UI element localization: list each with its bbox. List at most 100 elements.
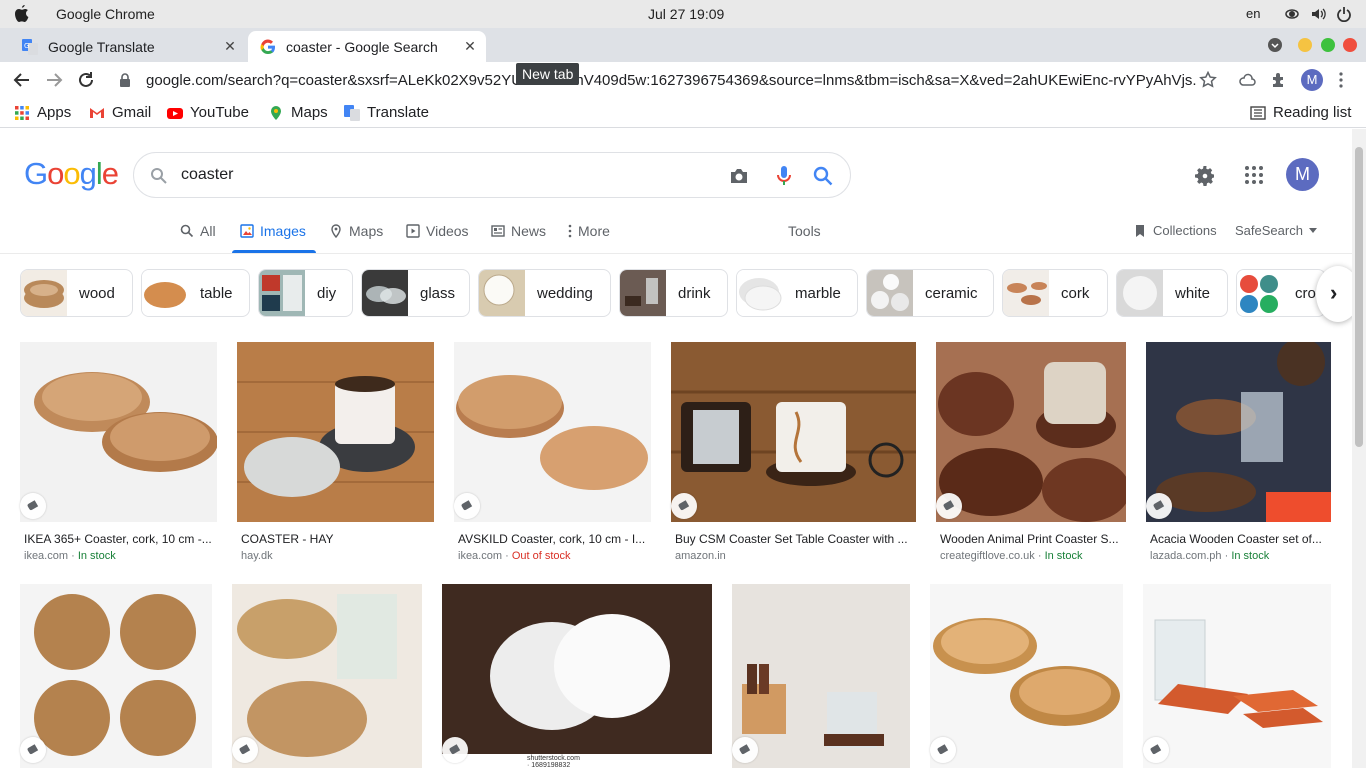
image-badge-icon [442,737,468,763]
tab-news[interactable]: News [491,223,546,239]
tab-label: Images [260,223,306,239]
network-icon[interactable] [1284,6,1300,22]
power-icon[interactable] [1336,6,1352,22]
result-title[interactable]: Wooden Animal Print Coaster S... [940,532,1126,546]
result-image[interactable] [1146,342,1331,522]
chip-crochet[interactable]: cro [1236,269,1326,317]
tab-all[interactable]: All [180,223,216,239]
menu-kebab-icon[interactable] [1338,71,1344,89]
result-image[interactable] [20,584,212,768]
result-source[interactable]: ikea.com · Out of stock [458,550,571,562]
close-tab-icon[interactable]: ✕ [222,38,238,54]
extension-cloud-icon[interactable] [1238,71,1256,89]
result-title[interactable]: Buy CSM Coaster Set Table Coaster with .… [675,532,913,546]
result-source[interactable]: creategiftlove.co.uk · In stock [940,550,1082,562]
bookmark-star-icon[interactable] [1199,71,1217,89]
reload-icon[interactable] [76,70,96,90]
system-clock[interactable]: Jul 27 19:09 [648,6,724,22]
result-source[interactable]: lazada.com.ph · In stock [1150,550,1269,562]
chips-scroll-next-button[interactable]: › [1316,266,1352,322]
account-avatar[interactable]: M [1286,158,1319,191]
bookmark-translate[interactable]: Translate [344,104,429,121]
stock-status: Out of stock [511,550,571,562]
shopping-tag-icon [1146,493,1172,519]
result-image[interactable] [232,584,422,768]
volume-icon[interactable] [1310,6,1326,22]
profile-avatar-small[interactable]: M [1301,69,1323,91]
search-submit-icon[interactable] [812,165,834,187]
search-box[interactable]: coaster [133,152,851,198]
microphone-icon[interactable] [776,164,792,188]
apple-icon[interactable] [14,5,30,23]
result-image[interactable] [237,342,434,522]
chip-cork[interactable]: cork [1002,269,1108,317]
settings-gear-icon[interactable] [1193,164,1217,188]
result-title[interactable]: Acacia Wooden Coaster set of... [1150,532,1330,546]
chip-diy[interactable]: diy [258,269,353,317]
chip-glass[interactable]: glass [361,269,470,317]
result-image[interactable] [1143,584,1331,768]
tab-maps[interactable]: Maps [329,223,383,239]
bookmark-gmail[interactable]: Gmail [89,104,151,121]
tab-google-translate[interactable]: G Google Translate ✕ [4,31,246,62]
result-image[interactable] [936,342,1126,522]
extensions-puzzle-icon[interactable] [1270,71,1288,89]
result-title[interactable]: AVSKILD Coaster, cork, 10 cm - I... [458,532,648,546]
bookmark-apps[interactable]: Apps [14,104,71,121]
bookmark-label: YouTube [190,104,249,121]
search-input[interactable]: coaster [181,166,233,184]
result-image[interactable] [442,584,712,768]
result-source[interactable]: amazon.in [675,550,726,562]
shopping-tag-icon [232,737,258,763]
chip-drink[interactable]: drink [619,269,728,317]
lock-icon[interactable] [118,73,132,87]
address-bar[interactable]: google.com/search?q=coaster&sxsrf=ALeKk0… [108,65,1226,95]
safesearch-label: SafeSearch [1235,223,1303,238]
page-scrollbar[interactable] [1352,129,1366,768]
gmail-icon [90,107,104,118]
result-image[interactable] [454,342,651,522]
chip-label: marble [795,284,841,302]
tools-button[interactable]: Tools [788,223,821,239]
chip-white[interactable]: white [1116,269,1228,317]
reading-list-label: Reading list [1273,104,1352,121]
google-logo[interactable]: Google [24,156,119,192]
chip-wood[interactable]: wood [20,269,133,317]
result-title[interactable]: COASTER - HAY [241,532,431,546]
result-image[interactable] [930,584,1123,768]
close-tab-icon[interactable]: ✕ [462,38,478,54]
chip-table[interactable]: table [141,269,250,317]
maximize-button[interactable] [1321,38,1335,52]
result-source[interactable]: ikea.com · In stock [24,550,116,562]
chip-thumbnail [362,270,408,316]
google-apps-icon[interactable] [1244,165,1264,185]
language-indicator[interactable]: en [1246,6,1260,21]
source-domain: creategiftlove.co.uk [940,550,1035,562]
bookmark-maps[interactable]: Maps [268,104,328,121]
tab-videos[interactable]: Videos [406,223,469,239]
chip-ceramic[interactable]: ceramic [866,269,994,317]
scrollbar-thumb[interactable] [1355,147,1363,447]
result-image[interactable] [732,584,910,768]
collections-button[interactable]: Collections [1133,223,1217,238]
tab-search-icon[interactable] [1268,38,1282,52]
result-image[interactable] [20,342,217,522]
result-source[interactable]: hay.dk [241,550,273,562]
forward-icon[interactable] [44,70,64,90]
bookmark-label: Maps [291,104,328,121]
minimize-button[interactable] [1298,38,1312,52]
tab-coaster-search[interactable]: coaster - Google Search ✕ [248,31,486,62]
tab-images[interactable]: Images [240,223,306,239]
bookmark-youtube[interactable]: YouTube [167,104,249,121]
back-icon[interactable] [12,70,32,90]
camera-search-icon[interactable] [728,165,750,187]
close-window-button[interactable] [1343,38,1357,52]
shutterstock-watermark: shutterstock.com · 1689198832 [527,755,580,768]
result-title[interactable]: IKEA 365+ Coaster, cork, 10 cm -... [24,532,214,546]
result-image[interactable] [671,342,916,522]
safesearch-dropdown[interactable]: SafeSearch [1235,223,1317,238]
chip-marble[interactable]: marble [736,269,858,317]
reading-list-button[interactable]: Reading list [1250,104,1351,121]
chip-wedding[interactable]: wedding [478,269,611,317]
tab-more[interactable]: More [568,223,610,239]
